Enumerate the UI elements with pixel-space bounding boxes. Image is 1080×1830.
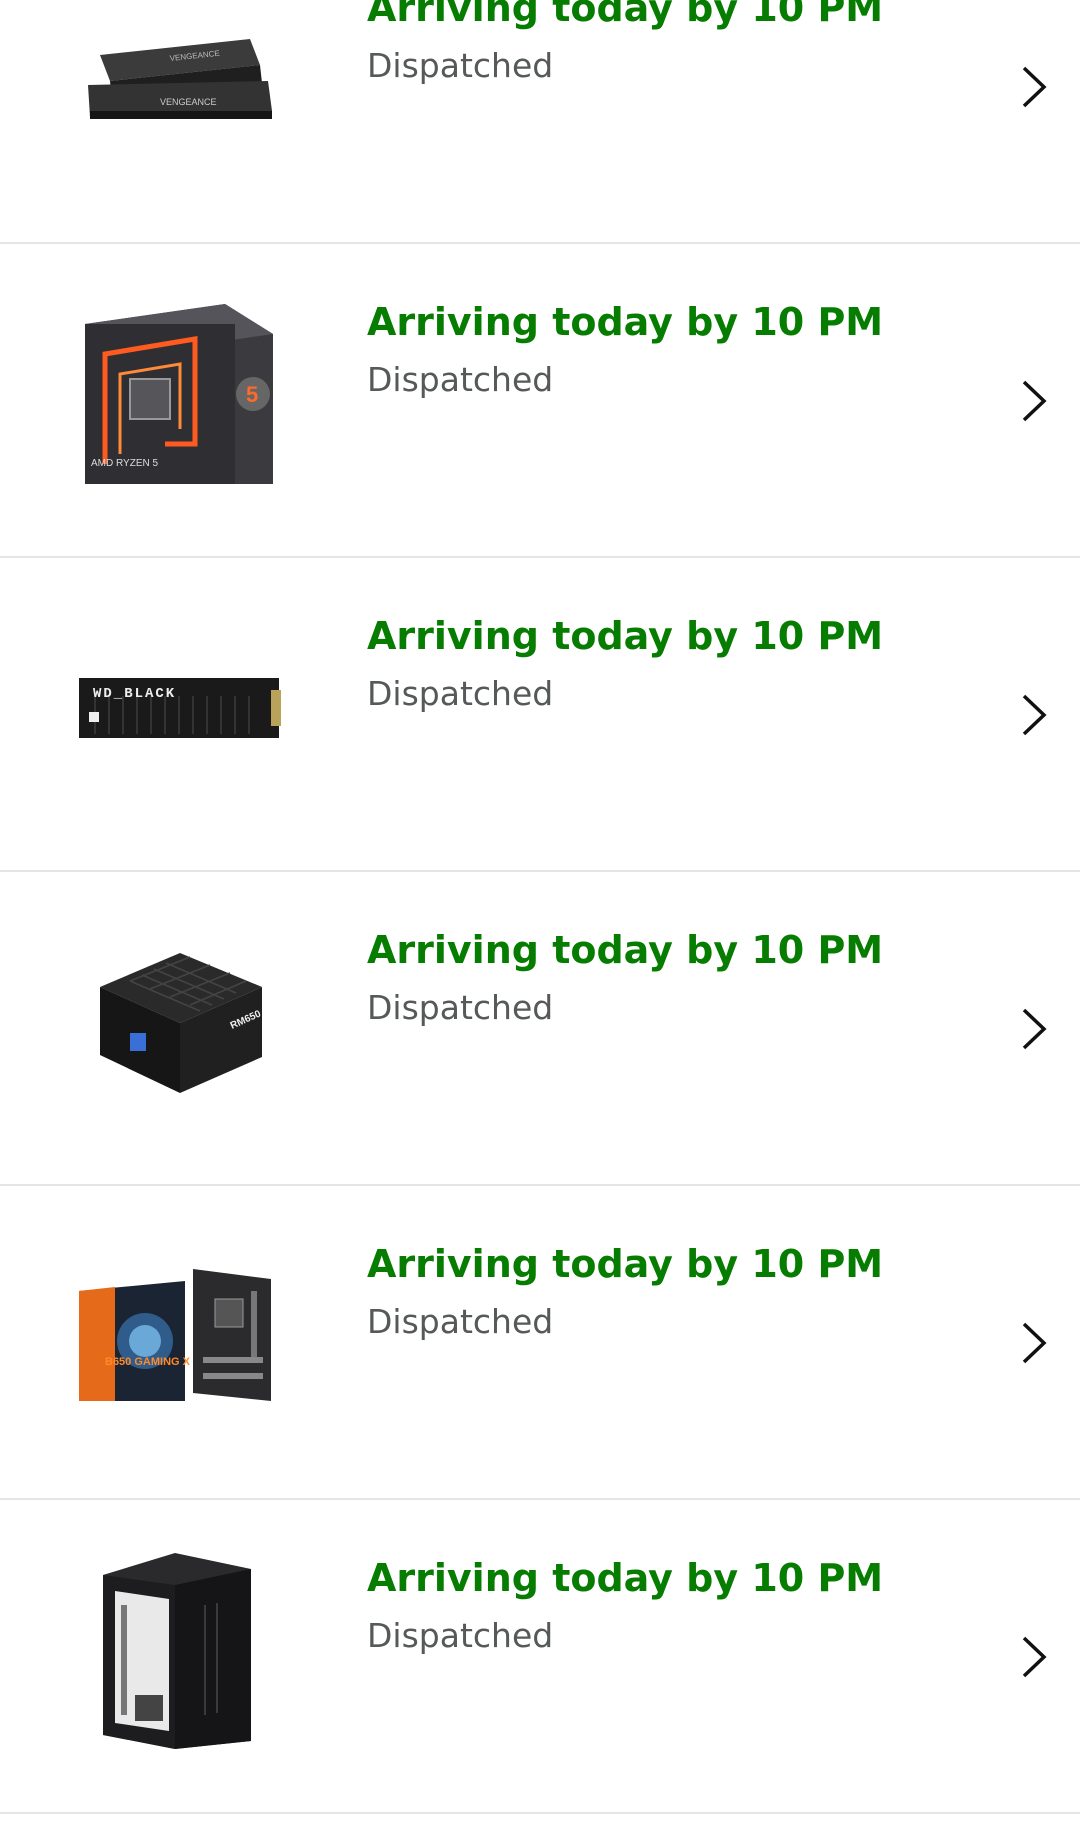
chevron-right-icon[interactable]: [1014, 690, 1054, 740]
product-image-cpu: 5 AMD RYZEN 5: [70, 284, 290, 504]
chevron-right-icon[interactable]: [1014, 1632, 1054, 1682]
ram-brand-text: VENGEANCE: [160, 97, 217, 107]
order-list: VENGEANCE VENGEANCE Arriving today by 10…: [0, 0, 1080, 1830]
status-text: Dispatched: [367, 360, 554, 399]
order-item-ssd[interactable]: WD_BLACK Arriving today by 10 PM Dispatc…: [0, 558, 1080, 872]
arrival-text: Arriving today by 10 PM: [367, 614, 884, 658]
arrival-text: Arriving today by 10 PM: [367, 1242, 884, 1286]
status-text: Dispatched: [367, 988, 554, 1027]
chevron-right-icon[interactable]: [1014, 376, 1054, 426]
order-item-motherboard[interactable]: B650 GAMING X AX V2 Arriving today by 10…: [0, 1186, 1080, 1500]
order-item-psu[interactable]: RM650 Arriving today by 10 PM Dispatched: [0, 872, 1080, 1186]
arrival-text: Arriving today by 10 PM: [367, 928, 884, 972]
order-item-case[interactable]: Arriving today by 10 PM Dispatched: [0, 1500, 1080, 1814]
status-text: Dispatched: [367, 1616, 554, 1655]
svg-text:5: 5: [246, 382, 258, 407]
product-image-ram: VENGEANCE VENGEANCE: [70, 0, 290, 190]
arrival-text: Arriving today by 10 PM: [367, 1556, 884, 1600]
status-text: Dispatched: [367, 1302, 554, 1341]
ssd-brand-text: WD_BLACK: [93, 686, 176, 702]
arrival-text: Arriving today by 10 PM: [367, 0, 884, 30]
chevron-right-icon[interactable]: [1014, 1004, 1054, 1054]
cpu-brand-text: AMD RYZEN 5: [91, 458, 158, 469]
chevron-right-icon[interactable]: [1014, 1318, 1054, 1368]
chevron-right-icon[interactable]: [1014, 62, 1054, 112]
status-text: Dispatched: [367, 674, 554, 713]
order-item-cpu[interactable]: 5 AMD RYZEN 5 Arriving today by 10 PM Di…: [0, 244, 1080, 558]
product-image-psu: RM650: [70, 912, 290, 1132]
product-image-ssd: WD_BLACK: [70, 598, 290, 818]
product-image-motherboard: B650 GAMING X AX V2: [70, 1226, 290, 1446]
product-image-case: [70, 1540, 290, 1760]
status-text: Dispatched: [367, 46, 554, 85]
arrival-text: Arriving today by 10 PM: [367, 300, 884, 344]
order-item-ram[interactable]: VENGEANCE VENGEANCE Arriving today by 10…: [0, 0, 1080, 244]
